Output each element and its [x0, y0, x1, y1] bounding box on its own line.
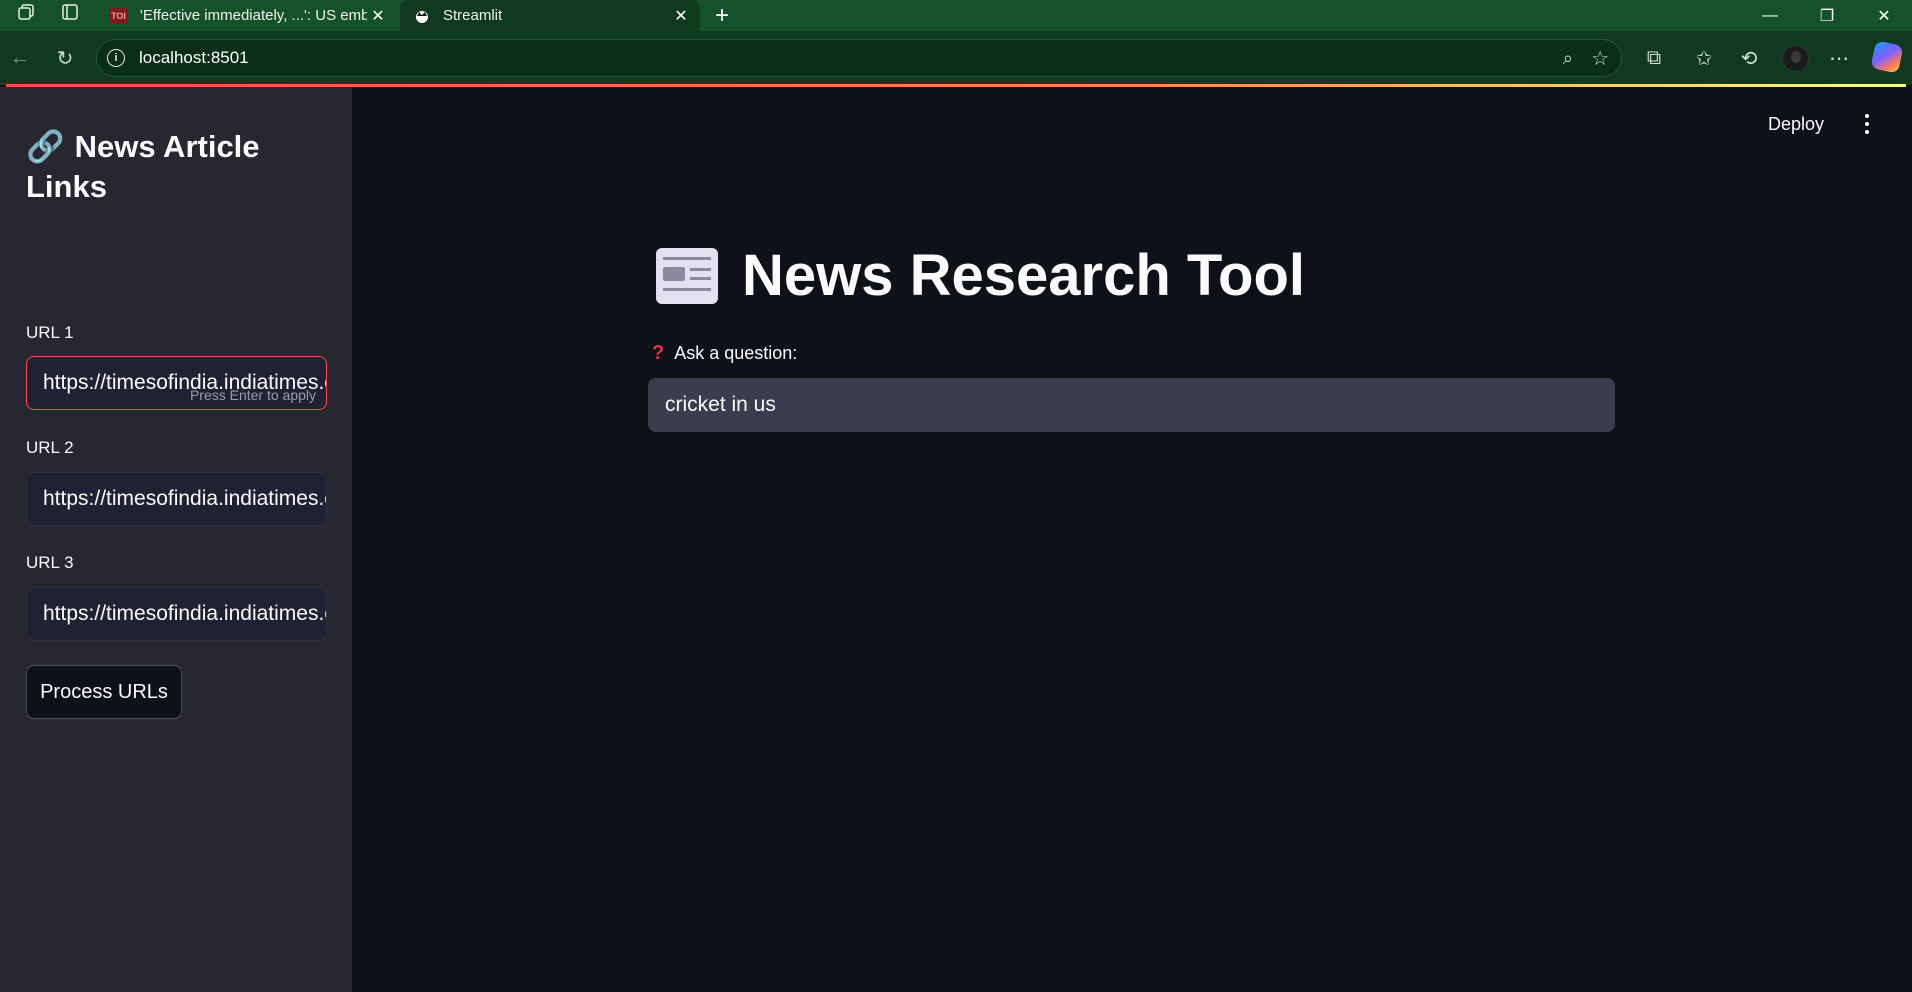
page-title: News Research Tool — [656, 242, 1305, 309]
extensions-icon[interactable]: ⧉ — [1640, 44, 1668, 72]
favorites-icon[interactable]: ✩ — [1690, 44, 1718, 72]
main-menu-icon[interactable] — [1862, 111, 1872, 137]
url-3-value: https://timesofindia.indiatimes.com — [43, 602, 326, 625]
history-icon[interactable]: ⟲ — [1735, 44, 1763, 72]
vertical-tabs-icon[interactable] — [58, 0, 82, 24]
zoom-icon[interactable]: ⌕ — [1563, 48, 1573, 69]
toi-favicon-icon: TOI — [109, 7, 128, 24]
url-1-input[interactable]: https://timesofindia.indiatimes.com Pres… — [26, 356, 327, 410]
process-urls-button[interactable]: Process URLs — [26, 665, 182, 719]
deploy-button[interactable]: Deploy — [1768, 114, 1824, 135]
question-mark-icon: ? — [652, 342, 665, 364]
url-2-label: URL 2 — [26, 438, 74, 457]
sidebar-title: 🔗 News Article Links — [26, 127, 326, 207]
copilot-icon[interactable] — [1870, 40, 1904, 74]
newspaper-icon — [656, 247, 718, 304]
press-enter-hint: Press Enter to apply — [189, 387, 316, 403]
question-label-text: Ask a question: — [674, 343, 798, 363]
url-text: localhost:8501 — [139, 48, 249, 67]
workspaces-icon[interactable] — [14, 0, 38, 24]
tab-title: Streamlit — [443, 7, 503, 24]
site-info-icon[interactable]: i — [107, 49, 125, 67]
new-tab-plus-icon[interactable]: + — [708, 0, 736, 31]
page-title-text: News Research Tool — [742, 243, 1306, 308]
browser-toolbar: ← ↻ i localhost:8501 ⌕ ☆ ⧉ ✩ ⟲ ⋯ — [0, 31, 1912, 85]
url-1-label: URL 1 — [26, 323, 74, 342]
tab-title: 'Effective immediately, ...': US emb — [140, 7, 367, 24]
question-input[interactable]: cricket in us — [648, 378, 1615, 432]
restore-icon[interactable]: ❐ — [1799, 0, 1855, 31]
question-label: ? Ask a question: — [652, 342, 797, 365]
question-value: cricket in us — [665, 393, 776, 416]
address-bar[interactable]: i localhost:8501 ⌕ ☆ — [96, 39, 1622, 77]
link-icon: 🔗 — [26, 129, 65, 164]
sidebar — [0, 87, 352, 992]
url-2-value: https://timesofindia.indiatimes.com — [43, 487, 326, 510]
minimize-icon[interactable]: — — [1742, 0, 1798, 31]
close-tab-icon[interactable]: ✕ — [367, 6, 389, 26]
browser-tab-bar: TOI 'Effective immediately, ...': US emb… — [0, 0, 1912, 31]
back-arrow-icon[interactable]: ← — [6, 44, 34, 72]
more-options-icon[interactable]: ⋯ — [1825, 44, 1853, 72]
url-3-input[interactable]: https://timesofindia.indiatimes.com — [26, 587, 327, 641]
favorite-star-icon[interactable]: ☆ — [1591, 46, 1609, 71]
streamlit-crown-icon — [412, 8, 431, 24]
close-tab-icon[interactable]: ✕ — [670, 6, 692, 26]
tab-times-of-india[interactable]: TOI 'Effective immediately, ...': US emb… — [97, 0, 397, 31]
profile-avatar[interactable] — [1782, 45, 1809, 72]
refresh-icon[interactable]: ↻ — [51, 44, 79, 72]
close-window-icon[interactable]: ✕ — [1856, 0, 1912, 31]
tab-streamlit[interactable]: Streamlit ✕ — [400, 0, 700, 31]
url-3-label: URL 3 — [26, 553, 74, 572]
url-2-input[interactable]: https://timesofindia.indiatimes.com — [26, 472, 327, 526]
